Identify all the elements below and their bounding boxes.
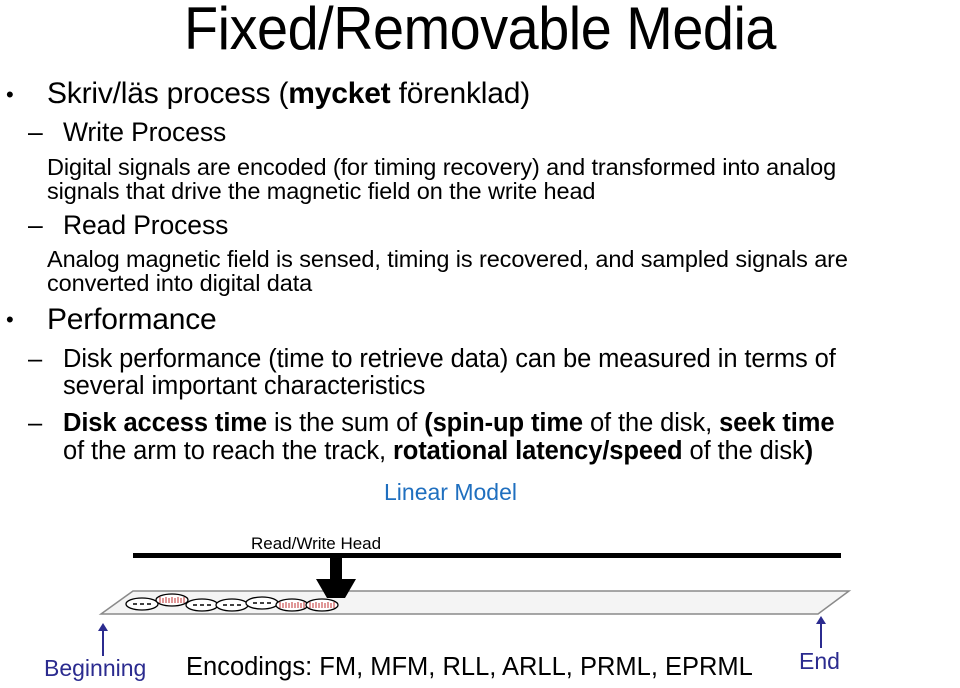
magnetic-cell-transition bbox=[155, 593, 189, 607]
magnetic-cell-flat bbox=[215, 598, 249, 612]
linear-model-diagram bbox=[98, 553, 852, 656]
magnetic-cell-transition bbox=[305, 598, 339, 612]
end-label: End bbox=[799, 648, 840, 674]
end-arrow-icon bbox=[816, 616, 826, 648]
beginning-arrow-icon bbox=[98, 623, 108, 656]
magnetic-cell-flat bbox=[245, 596, 279, 610]
magnetic-cell-transition bbox=[275, 598, 309, 612]
magnetic-cell-flat bbox=[185, 598, 219, 612]
encodings-label: Encodings: FM, MFM, RLL, ARLL, PRML, EPR… bbox=[186, 653, 753, 681]
beginning-label: Beginning bbox=[44, 655, 147, 681]
head-rail bbox=[133, 553, 841, 558]
magnetic-cell-flat bbox=[125, 597, 159, 611]
